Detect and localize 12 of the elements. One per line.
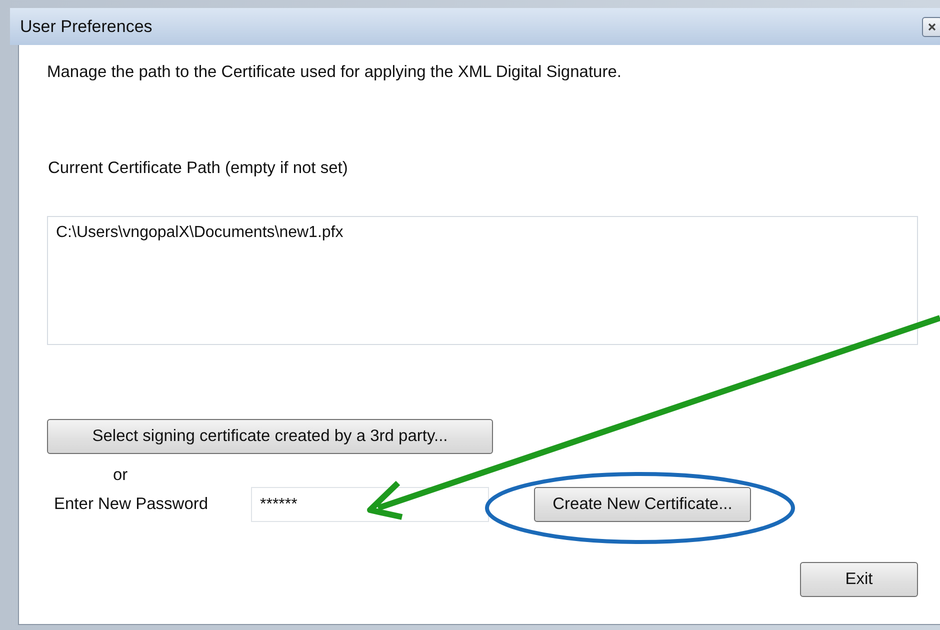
select-certificate-button[interactable]: Select signing certificate created by a 3rd party... xyxy=(47,419,493,454)
create-certificate-button[interactable]: Create New Certificate... xyxy=(534,487,751,522)
close-icon xyxy=(927,22,937,32)
password-field[interactable]: ****** xyxy=(251,487,489,522)
description-text: Manage the path to the Certificate used for applying the XML Digital Signature. xyxy=(47,63,622,82)
path-label: Current Certificate Path (empty if not set) xyxy=(48,159,349,178)
exit-button[interactable]: Exit xyxy=(800,562,918,597)
password-label: Enter New Password xyxy=(54,495,210,514)
close-button[interactable] xyxy=(922,16,940,36)
or-text: or xyxy=(113,466,128,485)
window-title: User Preferences xyxy=(20,16,152,36)
certificate-path-field[interactable]: C:\Users\vngopalX\Documents\new1.pfx xyxy=(47,216,918,345)
